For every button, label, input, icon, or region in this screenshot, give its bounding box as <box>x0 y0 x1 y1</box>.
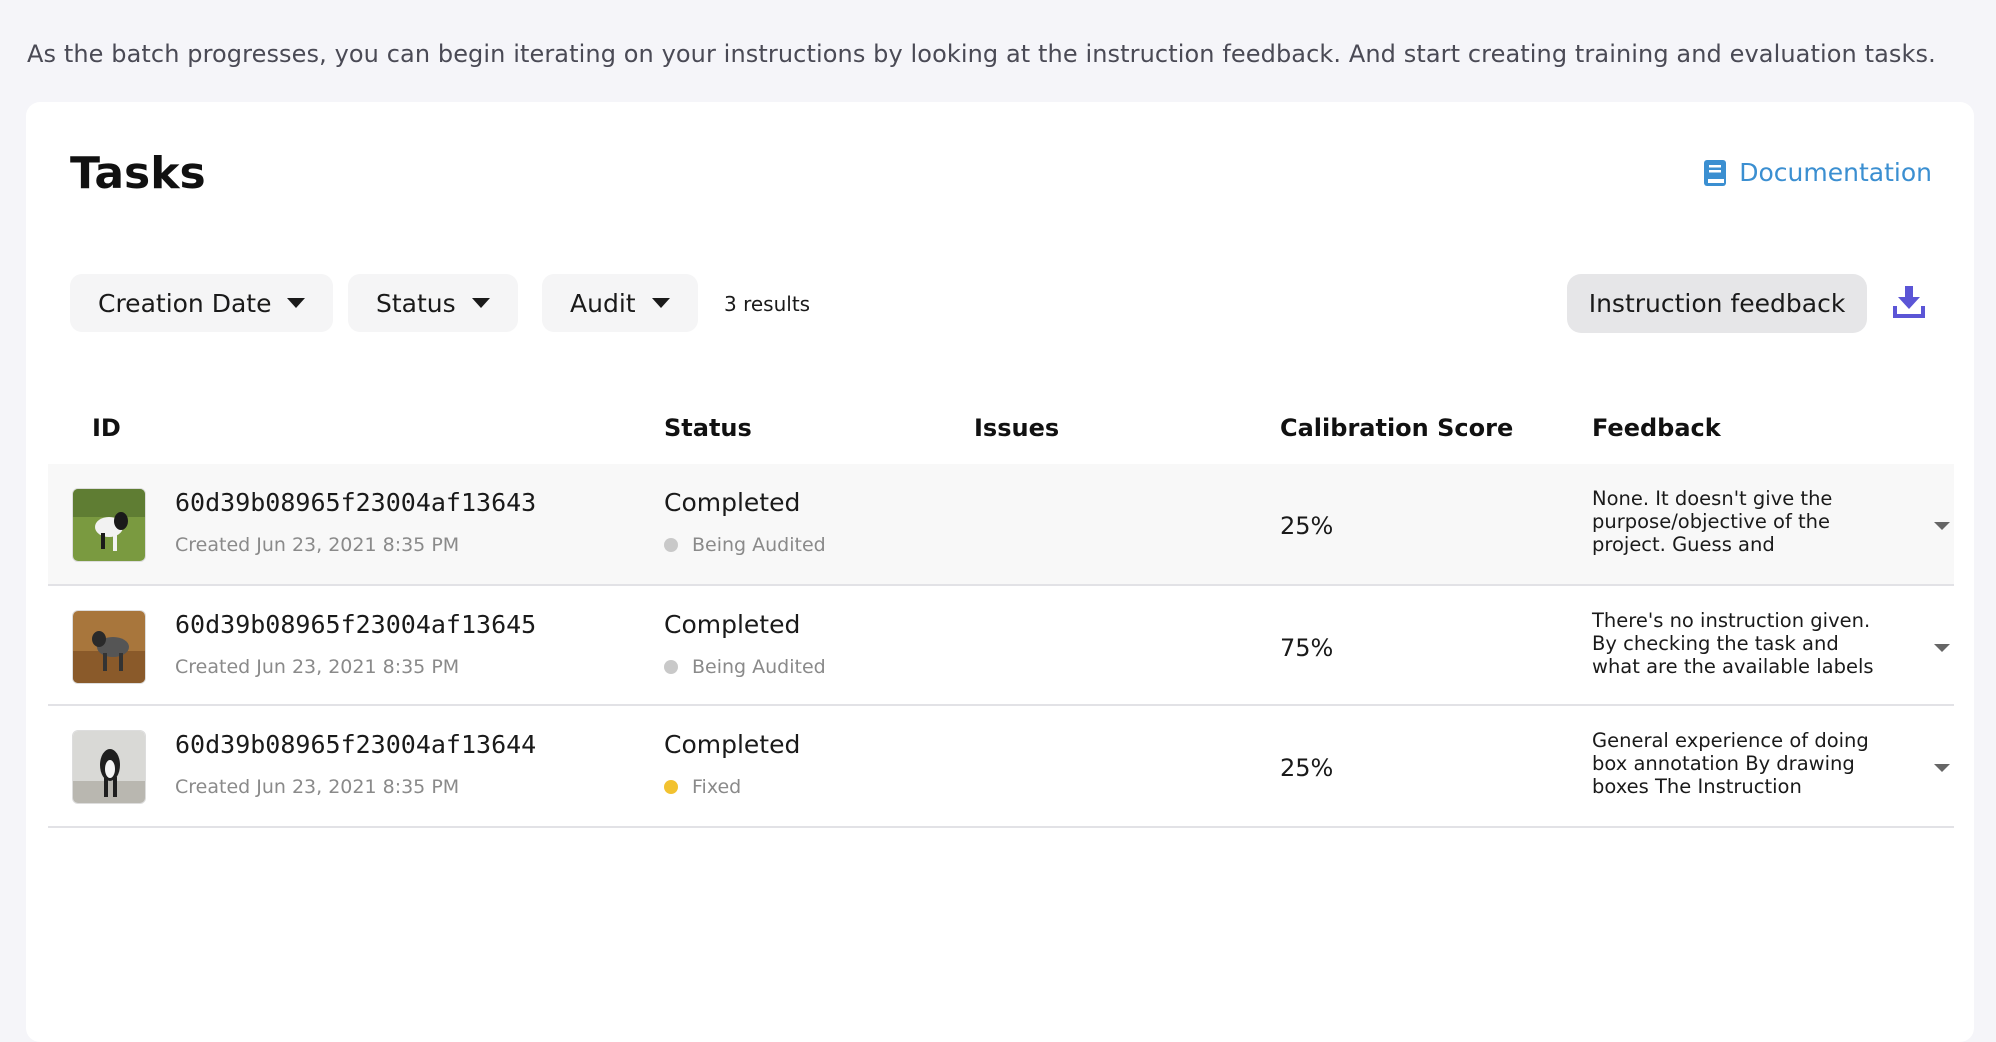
instruction-feedback-button[interactable]: Instruction feedback <box>1567 274 1867 333</box>
calibration-score: 25% <box>1280 512 1334 540</box>
audit-filter-label: Audit <box>570 288 636 318</box>
download-icon <box>1893 286 1925 318</box>
calibration-score: 75% <box>1280 634 1334 662</box>
audit-filter[interactable]: Audit <box>542 274 698 332</box>
results-count: 3 results <box>724 292 811 316</box>
created-date: Created Jun 23, 2021 8:35 PM <box>175 534 460 556</box>
audit-status-label: Fixed <box>692 776 742 798</box>
chevron-down-icon <box>471 298 490 308</box>
table-row[interactable]: 60d39b08965f23004af13645 Created Jun 23,… <box>48 586 1954 706</box>
column-header-calibration-score[interactable]: Calibration Score <box>1280 414 1513 442</box>
task-thumbnail <box>72 488 146 562</box>
created-date: Created Jun 23, 2021 8:35 PM <box>175 776 460 798</box>
task-status: Completed <box>664 610 801 639</box>
creation-date-filter-label: Creation Date <box>98 288 272 318</box>
expand-row-icon[interactable] <box>1934 522 1950 530</box>
table-header: ID Status Issues Calibration Score Feedb… <box>48 398 1954 458</box>
audit-status: Being Audited <box>664 534 826 556</box>
status-dot-icon <box>664 780 678 794</box>
feedback-text: There's no instruction given. By checkin… <box>1592 609 1874 678</box>
task-id[interactable]: 60d39b08965f23004af13644 <box>175 730 536 759</box>
task-thumbnail <box>72 610 146 684</box>
created-date: Created Jun 23, 2021 8:35 PM <box>175 656 460 678</box>
task-status: Completed <box>664 488 801 517</box>
chevron-down-icon <box>651 298 670 308</box>
creation-date-filter[interactable]: Creation Date <box>70 274 334 332</box>
task-id[interactable]: 60d39b08965f23004af13643 <box>175 488 536 517</box>
audit-status: Fixed <box>664 776 741 798</box>
status-dot-icon <box>664 538 678 552</box>
documentation-label: Documentation <box>1739 158 1932 187</box>
calibration-score: 25% <box>1280 754 1334 782</box>
download-button[interactable] <box>1892 284 1926 320</box>
column-header-issues[interactable]: Issues <box>974 414 1059 442</box>
page-title: Tasks <box>70 148 206 199</box>
documentation-link[interactable]: Documentation <box>1703 158 1932 187</box>
book-icon <box>1703 159 1727 187</box>
audit-status: Being Audited <box>664 656 826 678</box>
task-status: Completed <box>664 730 801 759</box>
status-filter[interactable]: Status <box>348 274 518 332</box>
expand-row-icon[interactable] <box>1934 644 1950 652</box>
column-header-id[interactable]: ID <box>92 414 121 442</box>
status-dot-icon <box>664 660 678 674</box>
expand-row-icon[interactable] <box>1934 764 1950 772</box>
column-header-feedback[interactable]: Feedback <box>1592 414 1721 442</box>
table-row[interactable]: 60d39b08965f23004af13644 Created Jun 23,… <box>48 706 1954 828</box>
audit-status-label: Being Audited <box>692 534 826 556</box>
tasks-card: Tasks Documentation Creation Date Status… <box>26 102 1974 1042</box>
feedback-text: General experience of doing box annotati… <box>1592 729 1869 798</box>
table-row[interactable]: 60d39b08965f23004af13643 Created Jun 23,… <box>48 464 1954 586</box>
column-header-status[interactable]: Status <box>664 414 752 442</box>
audit-status-label: Being Audited <box>692 656 826 678</box>
status-filter-label: Status <box>376 288 456 318</box>
intro-text: As the batch progresses, you can begin i… <box>27 40 1936 68</box>
task-thumbnail <box>72 730 146 804</box>
feedback-text: None. It doesn't give the purpose/object… <box>1592 487 1833 556</box>
task-id[interactable]: 60d39b08965f23004af13645 <box>175 610 536 639</box>
chevron-down-icon <box>287 298 306 308</box>
